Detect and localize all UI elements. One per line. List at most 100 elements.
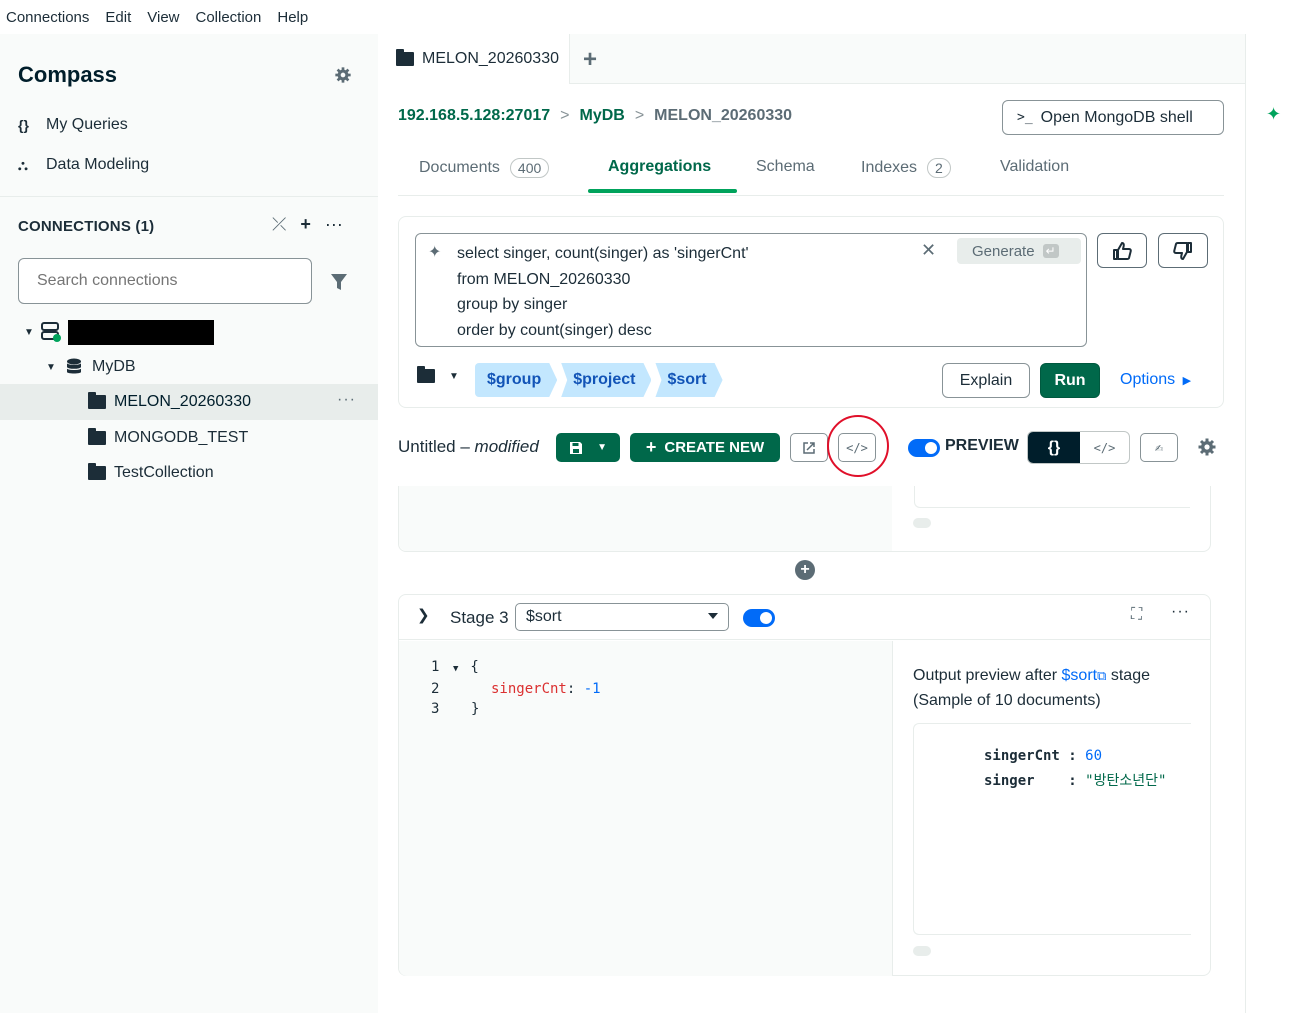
stage-view-option[interactable]: {} xyxy=(1028,432,1080,463)
saved-pipelines-button[interactable]: ▼ xyxy=(417,366,459,383)
line-number: 2 xyxy=(431,681,440,697)
open-shell-label: Open MongoDB shell xyxy=(1040,108,1193,126)
nav-data-modeling-label: Data Modeling xyxy=(46,156,150,173)
collection-row-mongodb-test[interactable]: MONGODB_TEST xyxy=(0,420,378,456)
caret-down-icon[interactable]: ▼ xyxy=(24,327,38,338)
collection-more-icon[interactable]: ··· xyxy=(337,391,356,409)
tab-validation[interactable]: Validation xyxy=(1000,158,1069,176)
stage-chip-sort[interactable]: $sort xyxy=(655,363,722,397)
database-row[interactable]: ▼ MyDB xyxy=(0,349,378,385)
run-button[interactable]: Run xyxy=(1040,363,1100,398)
code-brace: { xyxy=(470,659,479,675)
menu-edit[interactable]: Edit xyxy=(105,9,131,26)
fold-caret-icon[interactable]: ▼ xyxy=(453,664,458,674)
generate-button[interactable]: Generate ↵ xyxy=(957,238,1081,264)
line-number: 3 xyxy=(431,701,440,717)
redacted-connection-name xyxy=(68,319,214,345)
stage-enable-toggle[interactable] xyxy=(743,609,775,627)
generate-label: Generate xyxy=(972,242,1035,260)
tab-aggregations[interactable]: Aggregations xyxy=(608,158,711,176)
nav-data-modeling[interactable]: ⛬ Data Modeling xyxy=(18,156,149,174)
line-number: 1 xyxy=(431,659,440,675)
workspace-tabbar: MELON_20260330 + xyxy=(378,34,1245,84)
save-pipeline-button[interactable]: ▼ xyxy=(556,433,620,462)
horizontal-scrollbar[interactable] xyxy=(913,946,931,956)
caret-down-icon: ▼ xyxy=(449,370,459,382)
stage-3-card: ❯ Stage 3 $sort ⛶ ··· 1 ▼{ 2 singerCnt: -1… xyxy=(398,594,1211,976)
preview-label: PREVIEW xyxy=(945,437,1019,454)
menu-view[interactable]: View xyxy=(147,9,179,26)
menu-collection[interactable]: Collection xyxy=(196,9,262,26)
connection-row[interactable]: ▼ xyxy=(0,314,378,350)
nav-my-queries-label: My Queries xyxy=(46,116,128,133)
breadcrumb-host[interactable]: 192.168.5.128:27017 xyxy=(398,107,550,125)
stage-3-header: ❯ Stage 3 $sort ⛶ ··· xyxy=(399,595,1210,640)
output-suffix: stage xyxy=(1110,667,1150,684)
open-shell-button[interactable]: >_ Open MongoDB shell xyxy=(1002,100,1224,135)
stage-2-editor[interactable] xyxy=(399,486,892,551)
menu-help[interactable]: Help xyxy=(277,9,308,26)
breadcrumb: 192.168.5.128:27017 > MyDB > MELON_20260… xyxy=(398,107,792,125)
modified-indicator: modified xyxy=(474,437,539,456)
floppy-disk-icon xyxy=(570,441,583,454)
stage-more-icon[interactable]: ··· xyxy=(1171,603,1190,621)
ai-assistant-sparkle-icon[interactable]: ✦ xyxy=(1266,104,1281,125)
collection-label: TestCollection xyxy=(114,464,214,481)
documents-count-badge: 400 xyxy=(509,158,550,178)
settings-gear-icon[interactable] xyxy=(1197,437,1217,457)
doc-field-row: singer : "방탄소년단" xyxy=(984,773,1167,789)
external-link-icon[interactable]: ⧉ xyxy=(1097,668,1106,683)
pipeline-toolbar: Untitled – modified ▼ + CREATE NEW </> P… xyxy=(398,415,1228,477)
breadcrumb-db[interactable]: MyDB xyxy=(579,107,624,125)
folder-icon xyxy=(88,463,106,480)
stage-chip-group[interactable]: $group xyxy=(475,363,557,397)
search-connections-input[interactable] xyxy=(18,258,312,304)
expand-icon[interactable]: ⛶ xyxy=(1131,606,1142,624)
ai-query-text[interactable]: select singer, count(singer) as 'singerC… xyxy=(457,241,749,343)
preview-toggle[interactable] xyxy=(908,439,940,457)
stage-chip-project[interactable]: $project xyxy=(561,363,651,397)
options-toggle[interactable]: Options ▶ xyxy=(1120,371,1191,389)
connections-toolbar: ⤫ + ··· xyxy=(272,214,343,235)
indexes-count-badge: 2 xyxy=(927,158,951,178)
add-connection-icon[interactable]: + xyxy=(300,214,311,235)
code-block[interactable]: 1 ▼{ 2 singerCnt: -1 3} xyxy=(431,657,601,719)
thumbs-down-button[interactable] xyxy=(1158,233,1208,268)
output-preview-title: Output preview after $sort⧉ stage (Sampl… xyxy=(913,663,1203,713)
tab-melon[interactable]: MELON_20260330 xyxy=(378,34,570,84)
chevron-down-icon[interactable]: ❯ xyxy=(417,606,430,624)
add-stage-icon[interactable]: + xyxy=(795,560,815,580)
collapse-all-icon[interactable]: ⤫ xyxy=(272,214,286,235)
tab-indexes[interactable]: Indexes 2 xyxy=(861,158,951,178)
auto-preview-button[interactable]: ✍ xyxy=(1140,433,1178,462)
sort-docs-link[interactable]: $sort xyxy=(1062,667,1098,684)
thumbs-up-button[interactable] xyxy=(1097,233,1147,268)
code-value: -1 xyxy=(583,681,601,697)
new-tab-icon[interactable]: + xyxy=(583,46,597,74)
stage-operator-select[interactable]: $sort xyxy=(515,603,729,631)
tab-schema[interactable]: Schema xyxy=(756,158,815,176)
tab-documents[interactable]: Documents 400 xyxy=(419,158,550,178)
ai-query-line: order by count(singer) desc xyxy=(457,321,652,339)
aggregation-builder-card: ✦ select singer, count(singer) as 'singe… xyxy=(398,216,1224,408)
caret-down-icon[interactable]: ▼ xyxy=(46,362,60,373)
menu-connections[interactable]: Connections xyxy=(6,9,89,26)
horizontal-scrollbar[interactable] xyxy=(913,518,931,528)
folder-icon xyxy=(88,392,106,409)
filter-icon[interactable] xyxy=(330,272,348,292)
clear-query-icon[interactable]: ✕ xyxy=(921,240,936,261)
settings-gear-icon[interactable] xyxy=(334,66,352,84)
text-view-option[interactable]: </> xyxy=(1080,432,1129,463)
collection-row-testcollection[interactable]: TestCollection xyxy=(0,455,378,491)
stage-3-code-editor[interactable]: 1 ▼{ 2 singerCnt: -1 3} xyxy=(399,641,892,976)
export-to-language-button[interactable] xyxy=(790,433,828,462)
explain-button[interactable]: Explain xyxy=(942,363,1030,398)
more-options-icon[interactable]: ··· xyxy=(325,214,343,235)
collection-subtabs: Documents 400 Aggregations Schema Indexe… xyxy=(398,146,1224,196)
nav-my-queries[interactable]: {} My Queries xyxy=(18,116,128,134)
collection-row-melon[interactable]: MELON_20260330 ··· xyxy=(0,384,378,420)
select-caret-icon xyxy=(708,613,718,619)
stage-3-output-panel: Output preview after $sort⧉ stage (Sampl… xyxy=(892,641,1210,976)
natural-language-query-box[interactable]: ✦ select singer, count(singer) as 'singe… xyxy=(415,233,1087,347)
create-new-button[interactable]: + CREATE NEW xyxy=(630,433,780,462)
